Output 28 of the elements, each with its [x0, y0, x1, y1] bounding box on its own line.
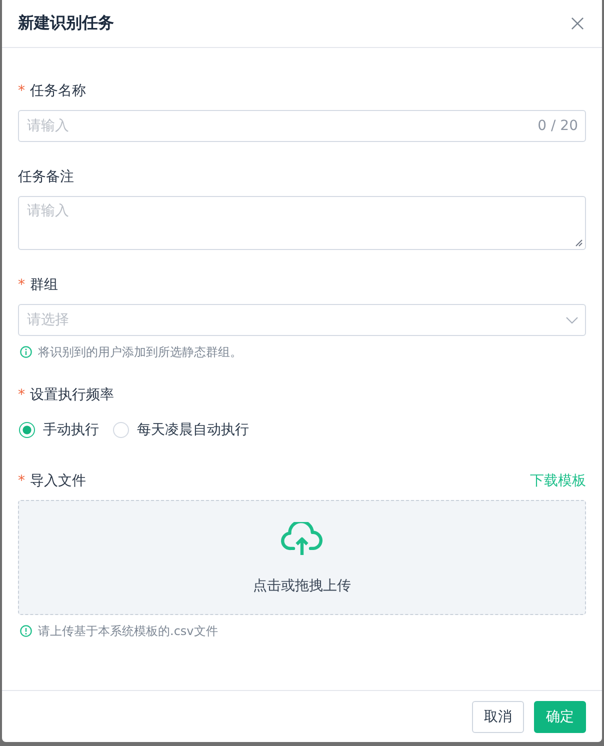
close-icon[interactable] [571, 17, 584, 30]
exclamation-icon [20, 625, 32, 637]
field-label: 任务备注 [18, 168, 74, 187]
help-text: 将识别到的用户添加到所选静态群组。 [38, 344, 242, 360]
required-mark: * [18, 386, 25, 405]
textarea-field[interactable]: 请输入 [18, 196, 586, 250]
resize-handle-icon[interactable] [575, 239, 583, 247]
radio-option[interactable]: 每天凌晨自动执行 [113, 421, 249, 439]
field-label: 设置执行频率 [30, 386, 114, 405]
cancel-button[interactable]: 取消 [472, 701, 524, 733]
required-mark: * [18, 82, 25, 101]
upload-dropzone[interactable]: 点击或拖拽上传 [18, 500, 586, 615]
dialog-title: 新建识别任务 [18, 13, 114, 34]
required-mark: * [18, 472, 25, 491]
help-text: 请上传基于本系统模板的.csv文件 [38, 622, 218, 640]
field-label: 群组 [30, 276, 58, 295]
radio-option[interactable]: 手动执行 [19, 421, 99, 439]
info-icon [20, 346, 32, 358]
cloud-upload-icon [281, 522, 323, 556]
select-field[interactable]: 请选择 [18, 304, 586, 336]
field-label: 任务名称 [30, 82, 86, 101]
field-label: 导入文件 [30, 472, 86, 491]
upload-prompt: 点击或拖拽上传 [253, 577, 351, 595]
radio-icon[interactable] [19, 422, 35, 438]
chevron-down-icon [566, 317, 578, 324]
radio-icon[interactable] [113, 422, 129, 438]
required-mark: * [18, 276, 25, 295]
char-counter: 0 / 20 [538, 117, 578, 135]
